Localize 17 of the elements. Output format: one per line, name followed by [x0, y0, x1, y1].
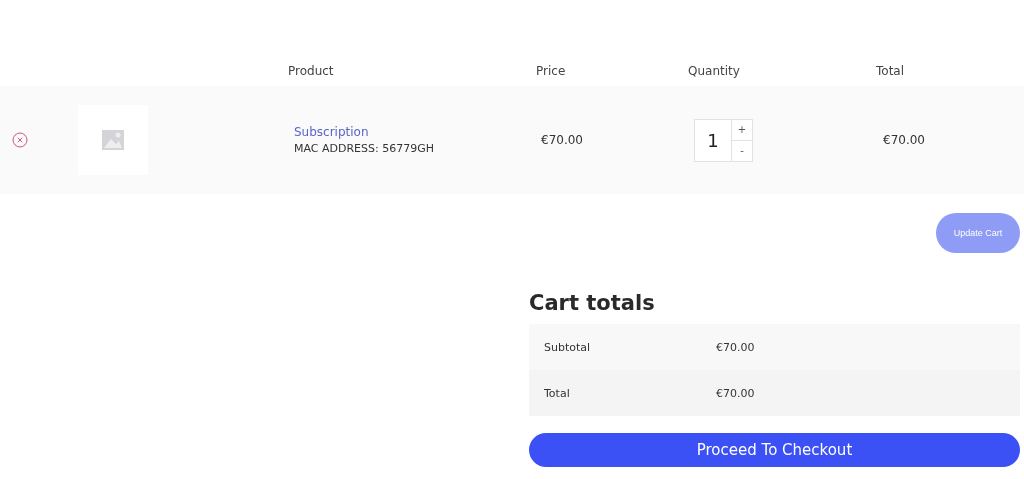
product-link[interactable]: Subscription	[294, 125, 434, 139]
totals-value: €70.00	[716, 386, 756, 400]
column-header: Product	[288, 63, 334, 78]
totals-label: Subtotal	[544, 340, 592, 354]
total-text: €70.00	[883, 133, 925, 147]
quantity-field[interactable]: 1	[694, 118, 732, 162]
price-text: €70.00	[541, 133, 583, 147]
totals-value: €70.00	[716, 340, 756, 354]
product-meta: MAC ADDRESS: 56779GH	[294, 142, 434, 155]
cart-totals-title: Cart totals	[529, 291, 656, 315]
image-placeholder-icon	[102, 130, 124, 150]
column-header: Quantity	[688, 63, 740, 78]
column-header: Total	[876, 63, 905, 78]
remove-icon[interactable]	[12, 132, 28, 148]
checkout-button[interactable]: Proceed To Checkout	[529, 433, 1020, 467]
totals-label: Total	[544, 386, 571, 400]
column-header: Price	[536, 63, 566, 78]
